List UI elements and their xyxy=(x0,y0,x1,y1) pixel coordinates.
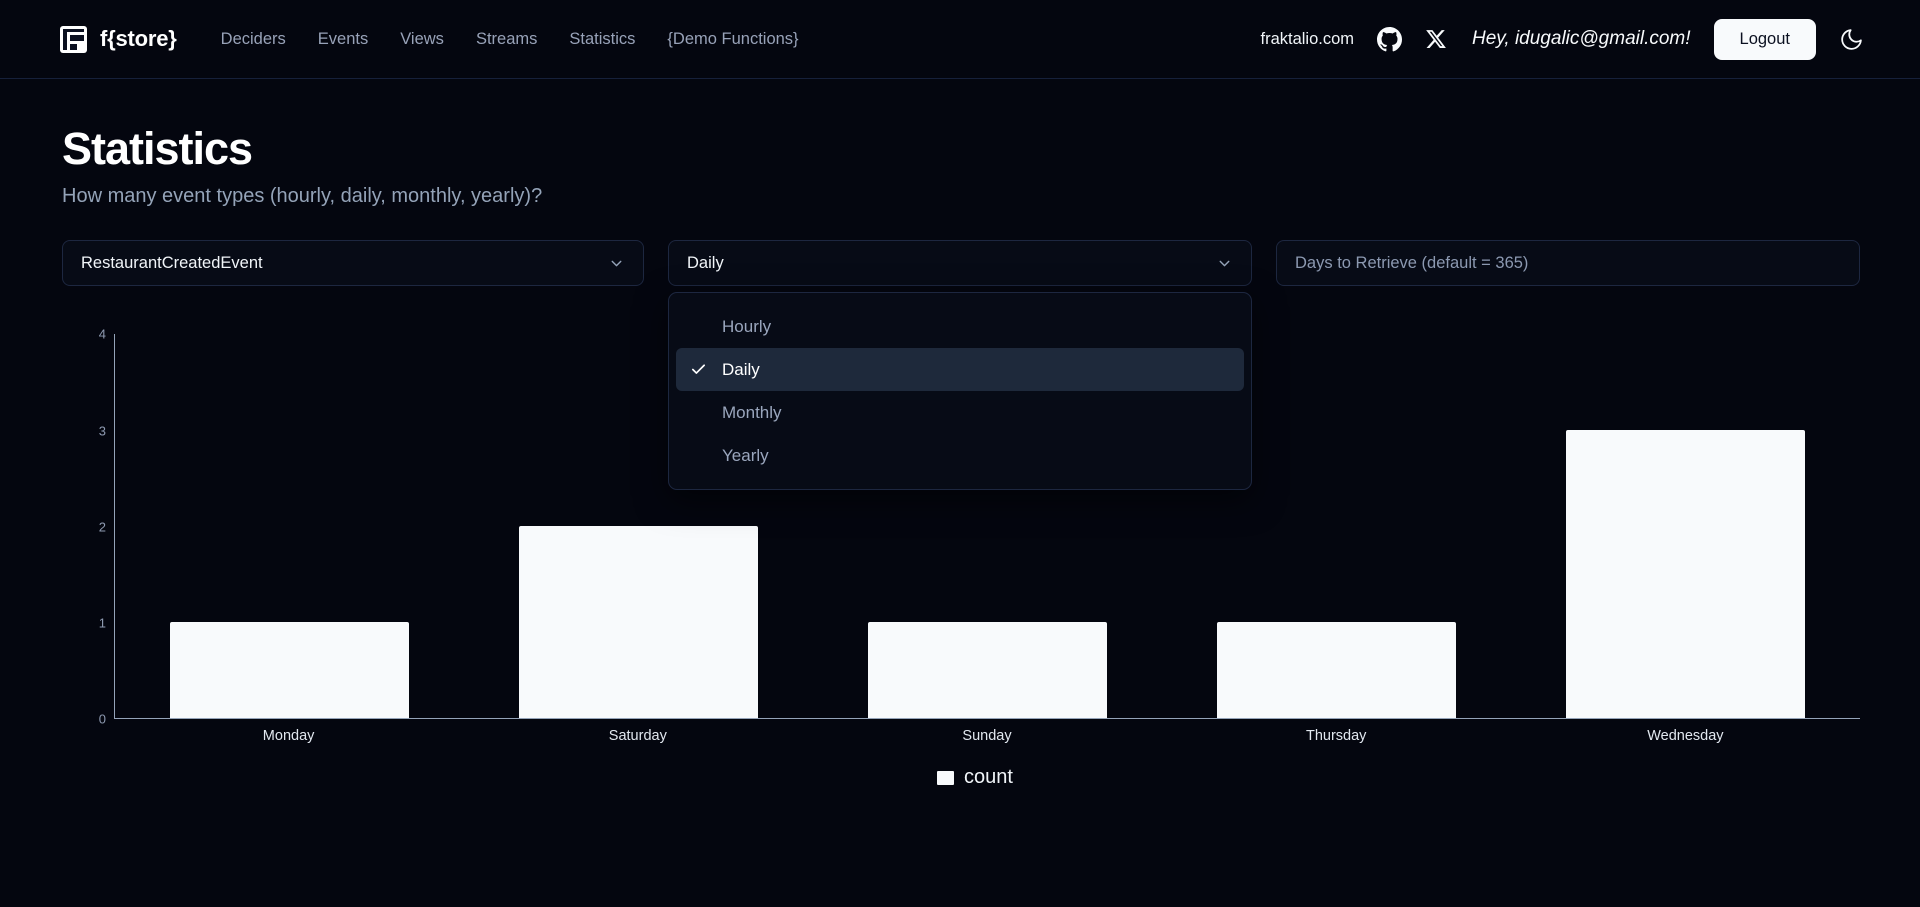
chevron-down-icon xyxy=(1216,255,1233,272)
brand-name: f{store} xyxy=(100,26,177,51)
chevron-down-icon xyxy=(608,255,625,272)
menu-item-monthly[interactable]: Monthly xyxy=(676,391,1244,434)
user-greeting: Hey, idugalic@gmail.com! xyxy=(1472,28,1691,49)
interval-select-value: Daily xyxy=(687,253,724,272)
nav-item-statistics[interactable]: Statistics xyxy=(569,30,635,49)
main-nav: Deciders Events Views Streams Statistics… xyxy=(221,30,799,49)
bar-slot xyxy=(1511,334,1860,719)
y-axis-tick: 1 xyxy=(98,615,106,631)
moon-icon[interactable] xyxy=(1839,27,1864,52)
x-axis-label: Wednesday xyxy=(1647,728,1724,745)
page-content: Statistics How many event types (hourly,… xyxy=(0,79,1920,788)
logout-button[interactable]: Logout xyxy=(1713,18,1816,60)
x-axis-label: Saturday xyxy=(608,728,667,745)
y-axis-tick: 3 xyxy=(98,423,106,438)
chart-bar[interactable] xyxy=(1565,430,1806,719)
interval-select[interactable]: Daily xyxy=(668,240,1253,287)
x-twitter-icon[interactable] xyxy=(1425,28,1447,50)
x-axis-labels: Monday Saturday Sunday Thursday Wednesday xyxy=(114,728,1860,744)
fraktalio-site-link[interactable]: fraktalio.com xyxy=(1260,30,1354,49)
y-axis-tick: 4 xyxy=(98,326,106,342)
bar-slot xyxy=(115,334,464,719)
legend-label-count: count xyxy=(964,766,1013,789)
nav-item-streams[interactable]: Streams xyxy=(476,30,537,49)
nav-item-events[interactable]: Events xyxy=(318,30,368,49)
menu-item-daily[interactable]: Daily xyxy=(676,348,1245,392)
x-axis-label: Sunday xyxy=(962,728,1012,745)
menu-item-yearly[interactable]: Yearly xyxy=(676,434,1244,477)
interval-select-menu: Hourly Daily Monthly Yearly xyxy=(668,292,1253,491)
x-axis-label: Monday xyxy=(262,728,315,745)
chart-bar[interactable] xyxy=(1216,622,1457,719)
check-icon xyxy=(690,318,722,335)
brand-logo-link[interactable]: f{store} xyxy=(60,25,177,53)
y-axis: 0 1 2 3 4 xyxy=(90,328,114,726)
event-type-select-value: RestaurantCreatedEvent xyxy=(81,253,263,272)
event-type-select-wrapper: RestaurantCreatedEvent xyxy=(62,240,645,287)
store-logo-icon xyxy=(60,25,87,53)
check-icon xyxy=(690,404,722,421)
y-axis-tick: 2 xyxy=(98,519,106,535)
chart-legend: count xyxy=(90,766,1860,789)
header-actions: fraktalio.com Hey, idugalic@gmail.com! L… xyxy=(1260,18,1864,60)
check-icon xyxy=(690,447,722,464)
menu-item-label: Monthly xyxy=(722,402,782,422)
page-title: Statistics xyxy=(62,123,253,174)
chart-bar[interactable] xyxy=(867,622,1108,719)
menu-item-label: Daily xyxy=(722,359,760,379)
menu-item-hourly[interactable]: Hourly xyxy=(676,305,1244,348)
event-type-select[interactable]: RestaurantCreatedEvent xyxy=(62,240,645,287)
nav-item-views[interactable]: Views xyxy=(400,30,444,49)
nav-item-demo-functions[interactable]: {Demo Functions} xyxy=(667,30,798,49)
interval-select-wrapper: Daily Hourly Daily Monthly Yearly xyxy=(668,240,1253,491)
check-icon xyxy=(690,361,722,378)
page-subtitle: How many event types (hourly, daily, mon… xyxy=(62,185,543,208)
legend-swatch-count xyxy=(937,770,955,785)
filter-controls: RestaurantCreatedEvent Daily Hourly Dail… xyxy=(62,240,1861,491)
nav-item-deciders[interactable]: Deciders xyxy=(221,30,286,49)
github-icon[interactable] xyxy=(1377,26,1403,52)
menu-item-label: Yearly xyxy=(722,445,769,465)
days-input-wrapper xyxy=(1276,240,1861,287)
y-axis-tick: 0 xyxy=(98,711,106,727)
chart-bar[interactable] xyxy=(169,622,410,719)
menu-item-label: Hourly xyxy=(722,316,772,336)
x-axis-label: Thursday xyxy=(1305,728,1367,745)
app-header: f{store} Deciders Events Views Streams S… xyxy=(0,0,1920,79)
days-to-retrieve-input[interactable] xyxy=(1276,240,1861,287)
chart-bar[interactable] xyxy=(518,526,759,719)
